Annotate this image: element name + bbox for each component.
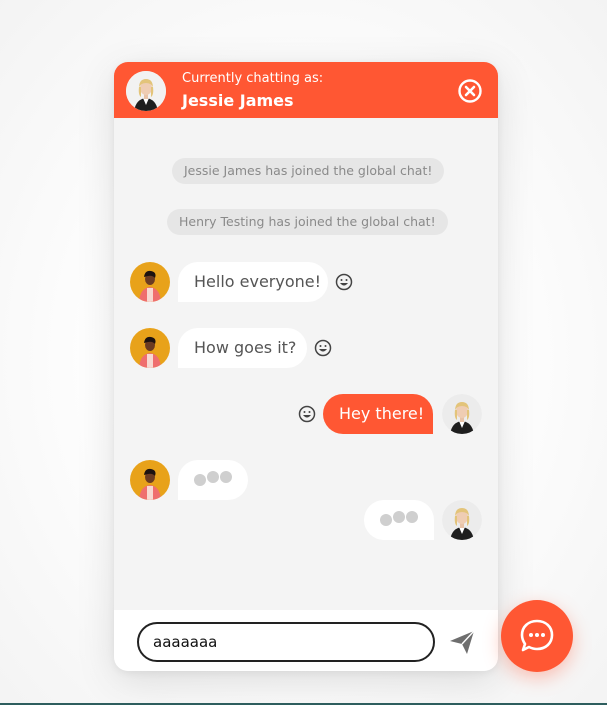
close-chat-button[interactable] bbox=[458, 79, 482, 103]
jessie-avatar bbox=[442, 500, 482, 540]
typing-dot bbox=[380, 514, 392, 526]
add-reaction-button[interactable] bbox=[298, 405, 316, 423]
message-composer bbox=[114, 610, 498, 671]
chat-launcher-button[interactable] bbox=[501, 600, 573, 672]
paper-plane-icon bbox=[450, 630, 475, 654]
typing-indicator bbox=[178, 460, 248, 500]
chat-header: Currently chatting as: Jessie James bbox=[114, 62, 498, 118]
smiley-icon bbox=[335, 273, 353, 291]
chat-message-bubble: Hello everyone! bbox=[178, 262, 328, 302]
add-reaction-button[interactable] bbox=[314, 339, 332, 357]
message-input[interactable] bbox=[137, 622, 435, 662]
typing-dot bbox=[207, 471, 219, 483]
chat-message-bubble: Hey there! bbox=[323, 394, 433, 434]
chat-message-bubble: How goes it? bbox=[178, 328, 307, 368]
typing-dot bbox=[220, 471, 232, 483]
typing-dot bbox=[406, 511, 418, 523]
henry-avatar bbox=[130, 262, 170, 302]
message-list: Jessie James has joined the global chat!… bbox=[114, 118, 498, 610]
system-message: Henry Testing has joined the global chat… bbox=[167, 209, 448, 235]
close-circle-icon bbox=[458, 79, 482, 103]
send-button[interactable] bbox=[448, 628, 476, 656]
smiley-icon bbox=[314, 339, 332, 357]
henry-avatar bbox=[130, 460, 170, 500]
chat-window: Currently chatting as: Jessie James Jess… bbox=[114, 62, 498, 671]
henry-avatar bbox=[130, 328, 170, 368]
jessie-avatar bbox=[442, 394, 482, 434]
system-message: Jessie James has joined the global chat! bbox=[172, 158, 445, 184]
typing-indicator bbox=[364, 500, 434, 540]
typing-dot bbox=[393, 511, 405, 523]
chat-bubble-icon bbox=[520, 619, 554, 652]
header-user-name: Jessie James bbox=[182, 91, 294, 110]
smiley-icon bbox=[298, 405, 316, 423]
header-subtitle: Currently chatting as: bbox=[182, 71, 324, 86]
typing-dot bbox=[194, 474, 206, 486]
current-user-avatar bbox=[126, 71, 166, 111]
add-reaction-button[interactable] bbox=[335, 273, 353, 291]
